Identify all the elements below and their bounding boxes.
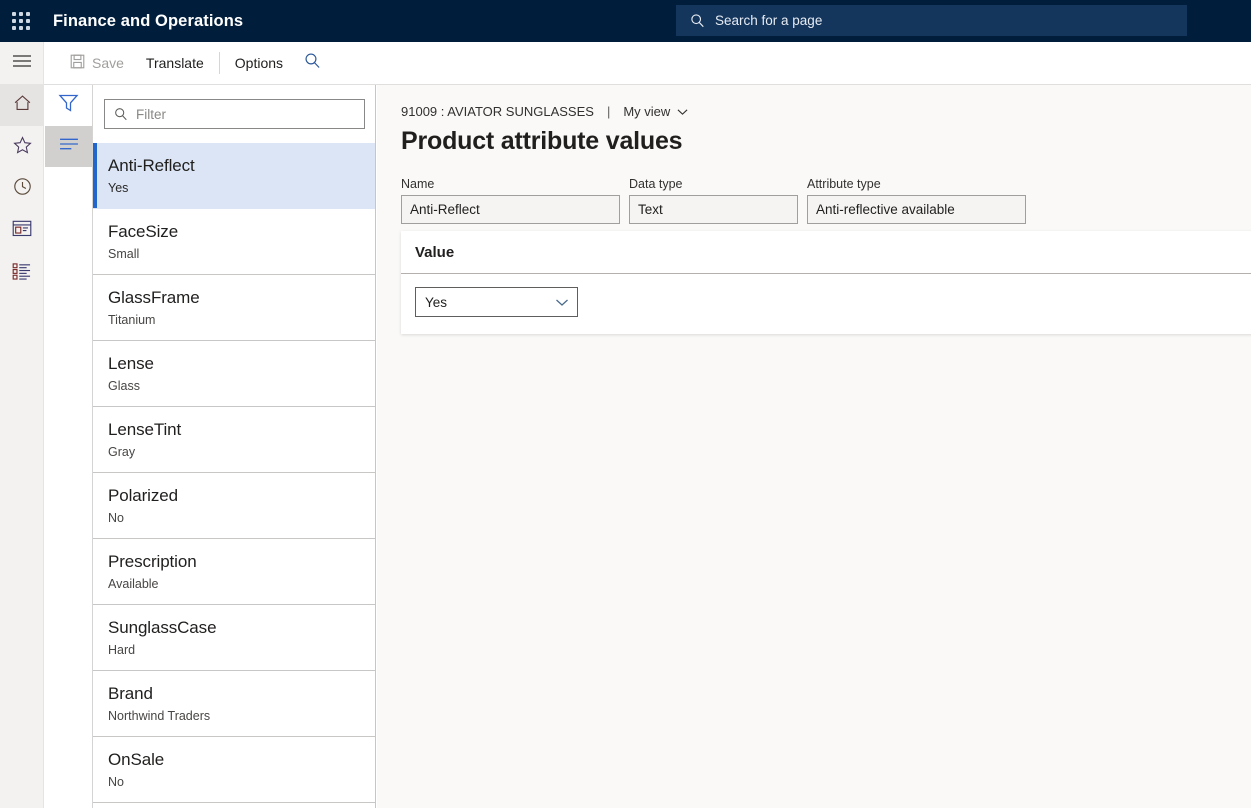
global-search-box[interactable]: Search for a page: [676, 5, 1187, 36]
translate-button[interactable]: Translate: [135, 50, 215, 76]
value-dropdown[interactable]: Yes: [415, 287, 578, 317]
hamburger-menu-icon: [12, 54, 32, 73]
save-button[interactable]: Save: [59, 49, 135, 77]
sidebar-item-favorites[interactable]: [0, 126, 44, 168]
main-content-area: 91009 : AVIATOR SUNGLASSES | My view Pro…: [377, 85, 1251, 808]
list-item-title: SunglassCase: [108, 617, 375, 638]
workspace-icon: [12, 220, 32, 242]
action-toolbar: Save Translate Options: [44, 42, 1251, 85]
list-item[interactable]: Brand Northwind Traders: [93, 671, 375, 737]
value-dropdown-text: Yes: [425, 295, 447, 310]
star-icon: [13, 136, 32, 159]
breadcrumb-record-id: 91009 : AVIATOR SUNGLASSES: [401, 104, 594, 119]
attribute-list: Anti-Reflect Yes FaceSize Small GlassFrame Ti…: [93, 143, 375, 803]
search-icon: [114, 107, 128, 121]
app-title: Finance and Operations: [53, 12, 243, 31]
nav-expand-button[interactable]: [0, 42, 44, 84]
chevron-down-icon: [677, 104, 688, 119]
list-item-subtitle: Small: [108, 247, 375, 262]
list-item[interactable]: Lense Glass: [93, 341, 375, 407]
save-disk-icon: [70, 54, 85, 72]
list-item-title: FaceSize: [108, 221, 375, 242]
list-item-subtitle: No: [108, 511, 375, 526]
list-item-subtitle: Titanium: [108, 313, 375, 328]
search-icon: [304, 52, 321, 74]
view-selector-label: My view: [623, 104, 670, 119]
data-type-field-group: Data type Text: [629, 177, 798, 224]
filter-placeholder: Filter: [136, 107, 166, 122]
breadcrumb-separator: |: [607, 104, 610, 119]
attribute-type-field-label: Attribute type: [807, 177, 1026, 191]
toolbar-search-button[interactable]: [294, 47, 331, 79]
breadcrumb: 91009 : AVIATOR SUNGLASSES | My view: [377, 85, 1251, 119]
list-item-subtitle: Available: [108, 577, 375, 592]
filter-input[interactable]: Filter: [104, 99, 365, 129]
list-item-title: Brand: [108, 683, 375, 704]
value-card: Value Yes: [401, 231, 1251, 334]
sidebar-item-recent[interactable]: [0, 168, 44, 210]
app-launcher-icon: [12, 12, 30, 30]
list-lines-icon: [58, 136, 80, 157]
value-card-body: Yes: [401, 274, 1251, 334]
list-item-title: OnSale: [108, 749, 375, 770]
name-field[interactable]: Anti-Reflect: [401, 195, 620, 224]
list-item[interactable]: Anti-Reflect Yes: [93, 143, 375, 209]
data-type-field[interactable]: Text: [629, 195, 798, 224]
view-selector[interactable]: My view: [623, 104, 688, 119]
list-item[interactable]: Prescription Available: [93, 539, 375, 605]
list-item-subtitle: Gray: [108, 445, 375, 460]
list-item[interactable]: LenseTint Gray: [93, 407, 375, 473]
page-title: Product attribute values: [377, 119, 1251, 156]
top-header-bar: Finance and Operations Search for a page: [0, 0, 1251, 42]
attribute-list-panel: Filter Anti-Reflect Yes FaceSize Small Glass…: [93, 85, 376, 808]
attribute-type-field[interactable]: Anti-reflective available: [807, 195, 1026, 224]
list-item-subtitle: Northwind Traders: [108, 709, 375, 724]
attribute-fields-row: Name Anti-Reflect Data type Text Attribu…: [377, 156, 1251, 224]
list-item-title: Lense: [108, 353, 375, 374]
home-icon: [13, 94, 32, 117]
list-toggle-button[interactable]: [45, 126, 92, 167]
sidebar-item-modules[interactable]: [0, 252, 44, 294]
clock-icon: [13, 177, 32, 201]
list-item[interactable]: SunglassCase Hard: [93, 605, 375, 671]
list-detail-icon: [12, 262, 32, 285]
list-item-title: Prescription: [108, 551, 375, 572]
list-item-subtitle: Hard: [108, 643, 375, 658]
name-field-label: Name: [401, 177, 620, 191]
filter-toggle-button[interactable]: [45, 85, 92, 126]
attribute-type-field-group: Attribute type Anti-reflective available: [807, 177, 1026, 224]
list-item[interactable]: FaceSize Small: [93, 209, 375, 275]
filter-funnel-icon: [58, 93, 79, 118]
name-field-group: Name Anti-Reflect: [401, 177, 620, 224]
list-item-subtitle: Yes: [108, 181, 375, 196]
sidebar-item-workspaces[interactable]: [0, 210, 44, 252]
list-item-subtitle: Glass: [108, 379, 375, 394]
list-view-toggle-strip: [45, 85, 93, 808]
global-search-placeholder: Search for a page: [715, 13, 822, 28]
toolbar-divider: [219, 52, 220, 74]
search-icon: [690, 13, 705, 28]
chevron-down-icon: [555, 295, 569, 310]
list-item[interactable]: GlassFrame Titanium: [93, 275, 375, 341]
options-button[interactable]: Options: [224, 50, 294, 76]
sidebar-item-home[interactable]: [0, 84, 44, 126]
list-item-title: GlassFrame: [108, 287, 375, 308]
list-item[interactable]: OnSale No: [93, 737, 375, 803]
list-item[interactable]: Polarized No: [93, 473, 375, 539]
list-item-title: LenseTint: [108, 419, 375, 440]
value-card-header: Value: [401, 231, 1251, 274]
list-item-title: Polarized: [108, 485, 375, 506]
save-label: Save: [92, 55, 124, 71]
data-type-field-label: Data type: [629, 177, 798, 191]
filter-area: Filter: [93, 85, 375, 143]
app-launcher-button[interactable]: [0, 0, 42, 42]
list-item-subtitle: No: [108, 775, 375, 790]
left-nav-rail: [0, 42, 44, 808]
list-item-title: Anti-Reflect: [108, 155, 375, 176]
